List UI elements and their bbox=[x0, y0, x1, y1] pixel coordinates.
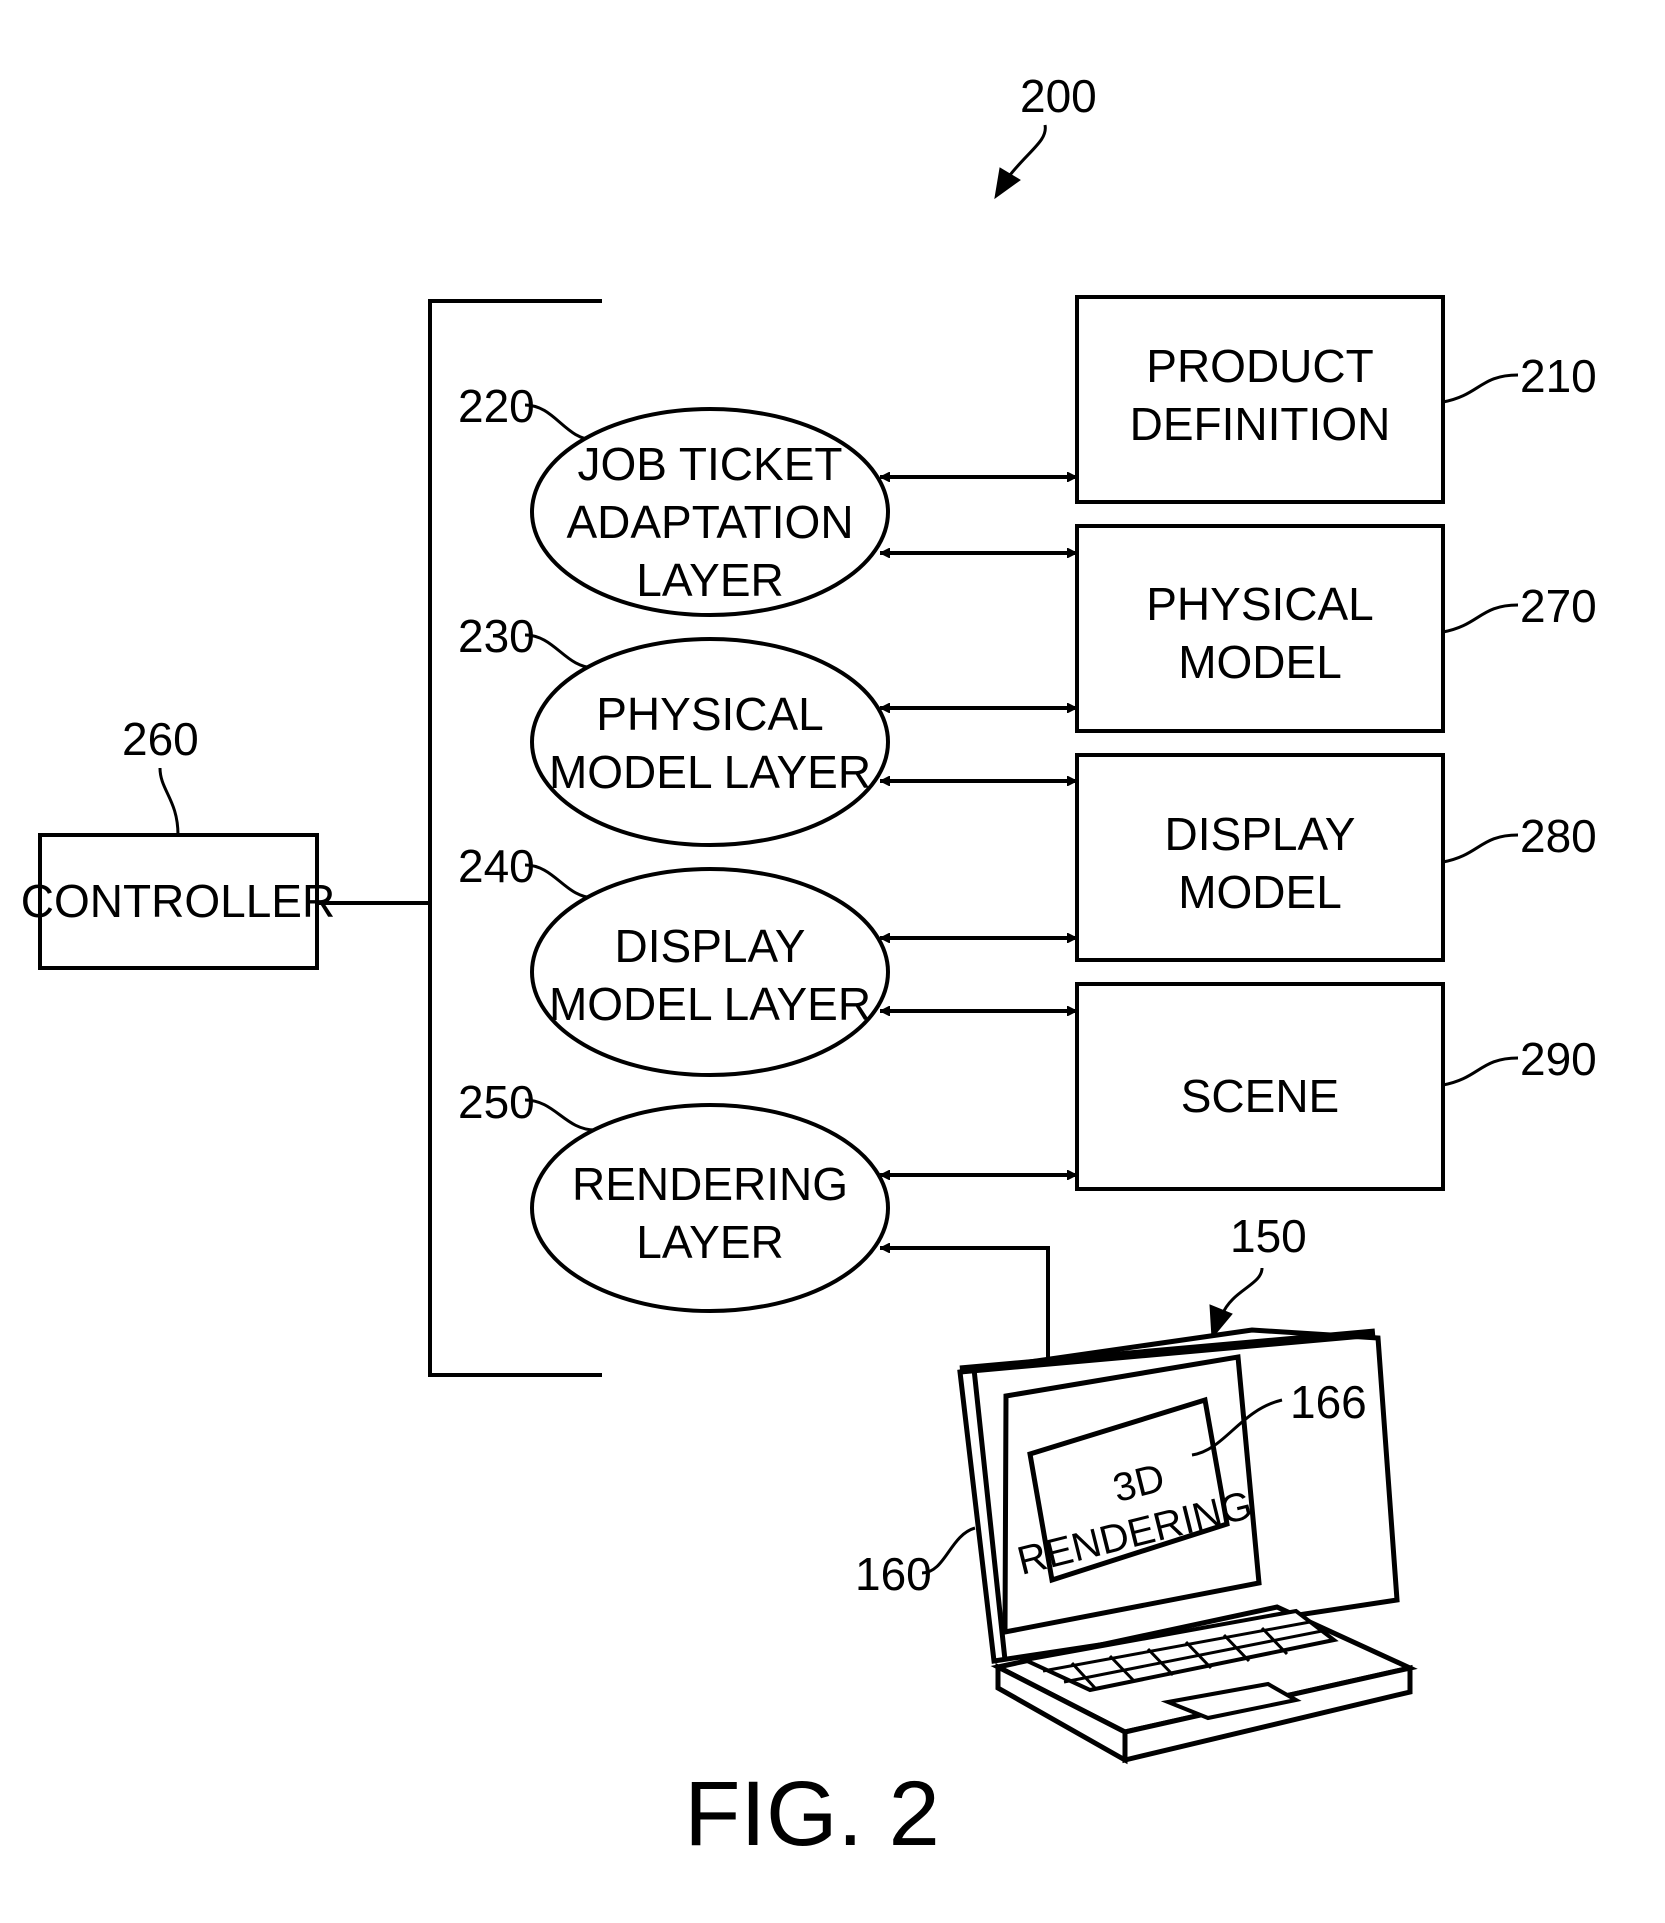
model-270-leader bbox=[1442, 603, 1519, 634]
layer-240-leader bbox=[524, 863, 596, 900]
layer-250-leader bbox=[524, 1098, 596, 1132]
layer-250-ref: 250 bbox=[458, 1076, 535, 1128]
scene-line-1: SCENE bbox=[1181, 1070, 1339, 1122]
layer-240-line-1: DISPLAY bbox=[615, 920, 806, 972]
system-ref-leader bbox=[1008, 124, 1047, 176]
product-definition-line-2: DEFINITION bbox=[1130, 398, 1391, 450]
layer-220-leader bbox=[524, 403, 596, 442]
display-model-layer bbox=[530, 867, 890, 1077]
system-ref-label: 200 bbox=[1020, 70, 1097, 122]
layer-250-line-2: LAYER bbox=[636, 1216, 783, 1268]
model-210-leader bbox=[1442, 373, 1519, 404]
physical-model-line-1: PHYSICAL bbox=[1146, 578, 1374, 630]
model-280-leader bbox=[1442, 833, 1519, 864]
controller-ref-label: 260 bbox=[122, 713, 199, 765]
model-270-ref: 270 bbox=[1520, 580, 1597, 632]
physical-model-line-2: MODEL bbox=[1178, 636, 1342, 688]
layer-230-ref: 230 bbox=[458, 610, 535, 662]
controller-label: CONTROLLER bbox=[21, 875, 335, 927]
layer-220-line-2: ADAPTATION bbox=[566, 496, 853, 548]
model-290-leader bbox=[1442, 1056, 1519, 1087]
figure-caption: FIG. 2 bbox=[684, 1763, 940, 1865]
product-definition-line-1: PRODUCT bbox=[1146, 340, 1373, 392]
display-model-line-1: DISPLAY bbox=[1165, 808, 1356, 860]
arrow-250-device bbox=[880, 1248, 1048, 1370]
layer-250-line-1: RENDERING bbox=[572, 1158, 848, 1210]
device-ref-label: 150 bbox=[1230, 1210, 1307, 1262]
system-diagram: 200 260 CONTROLLER 220 JOB TICKET ADAPTA… bbox=[21, 70, 1597, 1865]
display-ref-label: 160 bbox=[855, 1548, 932, 1600]
model-280-ref: 280 bbox=[1520, 810, 1597, 862]
model-290-ref: 290 bbox=[1520, 1033, 1597, 1085]
device-ref-leader bbox=[1220, 1267, 1264, 1316]
layer-230-leader bbox=[524, 633, 596, 670]
rendering-ref-label: 166 bbox=[1290, 1376, 1367, 1428]
layer-240-ref: 240 bbox=[458, 840, 535, 892]
controller-ref-leader bbox=[158, 767, 180, 836]
layer-240-line-2: MODEL LAYER bbox=[549, 978, 871, 1030]
layer-220-line-1: JOB TICKET bbox=[578, 438, 843, 490]
layer-220-line-3: LAYER bbox=[636, 554, 783, 606]
layer-230-line-1: PHYSICAL bbox=[596, 688, 824, 740]
layer-230-line-2: MODEL LAYER bbox=[549, 746, 871, 798]
layer-220-ref: 220 bbox=[458, 380, 535, 432]
physical-model-layer bbox=[530, 637, 890, 847]
display-model-line-2: MODEL bbox=[1178, 866, 1342, 918]
system-ref-arrowhead bbox=[994, 167, 1021, 200]
model-210-ref: 210 bbox=[1520, 350, 1597, 402]
